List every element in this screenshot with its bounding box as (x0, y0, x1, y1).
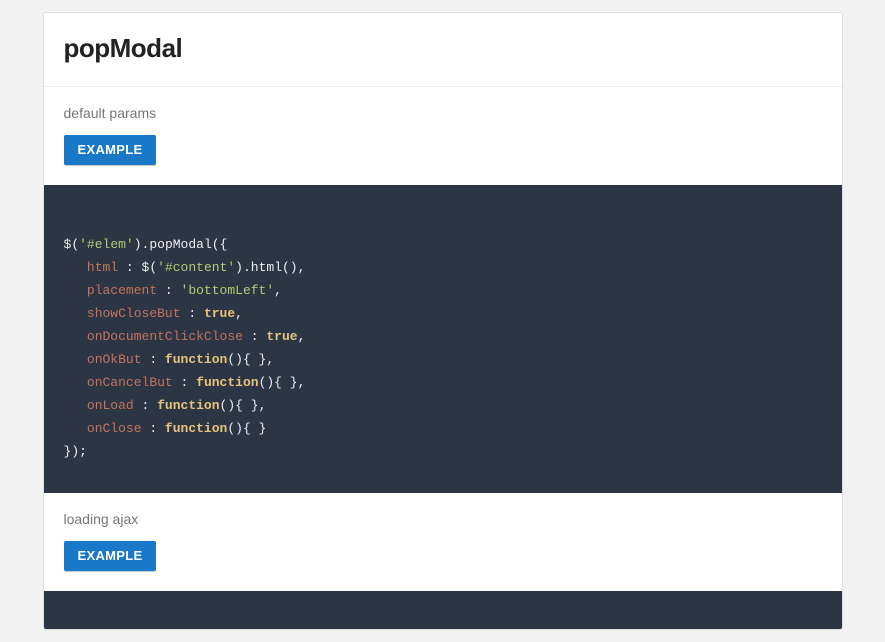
code-token-colon: : (142, 352, 165, 367)
code-token-colon: : (118, 260, 141, 275)
code-token-str: '#content' (157, 260, 235, 275)
code-token-prop: html (87, 260, 118, 275)
code-token-prop: onLoad (87, 398, 134, 413)
code-token-prop: onDocumentClickClose (87, 329, 243, 344)
code-token-paren: ) (71, 444, 79, 459)
code-token-paren: , (298, 375, 306, 390)
example-button[interactable]: EXAMPLE (64, 541, 157, 571)
code-token-colon: : (173, 375, 196, 390)
code-token-paren: ; (79, 444, 87, 459)
card-header: popModal (44, 13, 842, 87)
code-token-paren: , (259, 398, 267, 413)
code-block-continuation (44, 591, 842, 629)
code-token-kw: function (165, 421, 227, 436)
code-token-prop: showCloseBut (87, 306, 181, 321)
code-token-paren: , (274, 283, 282, 298)
code-token-paren: ( (149, 260, 157, 275)
code-token-colon: : (142, 421, 165, 436)
section-label: default params (64, 105, 822, 121)
code-token-kw: function (165, 352, 227, 367)
code-token-kw: function (196, 375, 258, 390)
code-token-paren: , (235, 306, 243, 321)
code-token-colon: : (181, 306, 204, 321)
code-token-paren: (){ } (227, 421, 266, 436)
code-token-colon: : (243, 329, 266, 344)
page-title: popModal (64, 33, 822, 64)
code-token-fn: .popModal (142, 237, 212, 252)
code-token-kw: function (157, 398, 219, 413)
code-token-prop: placement (87, 283, 157, 298)
code-token-kw: true (266, 329, 297, 344)
section-label: loading ajax (64, 511, 822, 527)
code-token-colon: : (134, 398, 157, 413)
code-token-paren: , (298, 260, 306, 275)
code-token-paren: (){ } (227, 352, 266, 367)
code-token-prop: onCancelBut (87, 375, 173, 390)
code-token-paren: ( (212, 237, 220, 252)
code-token-paren: () (282, 260, 298, 275)
code-token-paren: ) (235, 260, 243, 275)
section-loading-ajax: loading ajax EXAMPLE (44, 493, 842, 591)
code-token-paren: , (266, 352, 274, 367)
doc-card: popModal default params EXAMPLE $('#elem… (43, 12, 843, 630)
code-token-fn: .html (243, 260, 282, 275)
code-token-kw: true (204, 306, 235, 321)
code-token-paren: { (220, 237, 228, 252)
code-token-str: 'bottomLeft' (181, 283, 275, 298)
code-token-prop: onOkBut (87, 352, 142, 367)
code-token-paren: ) (134, 237, 142, 252)
code-token-paren: (){ } (259, 375, 298, 390)
section-default-params: default params EXAMPLE (44, 87, 842, 185)
code-token-prop: onClose (87, 421, 142, 436)
code-token-colon: : (157, 283, 180, 298)
code-token-paren: (){ } (220, 398, 259, 413)
code-token-paren: , (298, 329, 306, 344)
code-token-paren: ( (71, 237, 79, 252)
code-token-str: '#elem' (79, 237, 134, 252)
code-block: $('#elem').popModal({ html : $('#content… (44, 185, 842, 493)
example-button[interactable]: EXAMPLE (64, 135, 157, 165)
